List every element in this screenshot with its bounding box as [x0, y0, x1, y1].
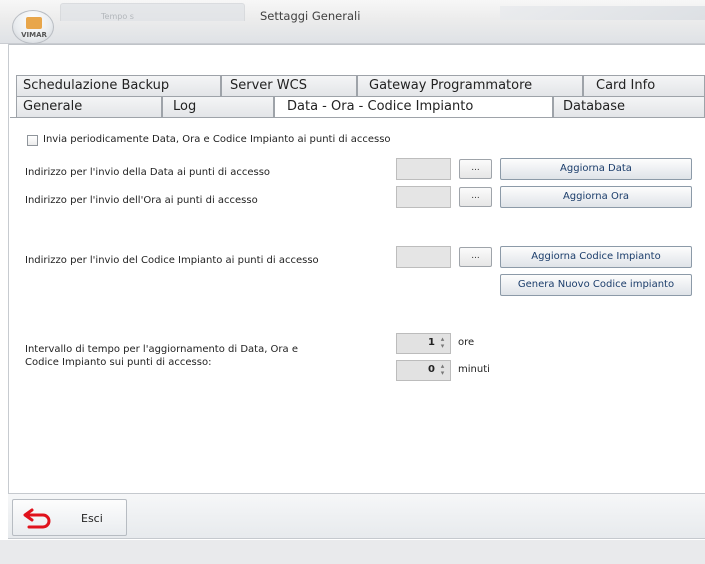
date-address-browse-button[interactable]: ... [459, 159, 492, 179]
minutes-unit-label: minuti [458, 364, 490, 375]
hours-value: 1 [428, 337, 435, 348]
tab-card-info[interactable]: Card Info [583, 75, 705, 96]
send-periodically-label: Invia periodicamente Data, Ora e Codice … [43, 134, 391, 145]
code-address-browse-button[interactable]: ... [459, 247, 492, 267]
generate-code-button[interactable]: Genera Nuovo Codice impianto [500, 274, 692, 296]
send-periodically-checkbox[interactable] [27, 135, 38, 146]
tab-server-wcs[interactable]: Server WCS [221, 75, 357, 96]
tab-generale[interactable]: Generale [16, 96, 162, 117]
update-time-button[interactable]: Aggiorna Ora [500, 186, 692, 208]
interval-label-line2: Codice Impianto sui punti di accesso: [25, 357, 212, 368]
hours-spinner-arrows-icon[interactable]: ▴ ▾ [438, 336, 447, 351]
interval-label-line1: Intervallo di tempo per l'aggiornamento … [25, 344, 299, 355]
background-window-tab: Tempo s [60, 3, 245, 21]
date-address-field[interactable] [396, 158, 451, 180]
background-window-tab-label: Tempo s [101, 12, 134, 21]
logo-text: VIMAR [21, 31, 47, 39]
tab-data-ora-codice-impianto[interactable]: Data - Ora - Codice Impianto [274, 96, 553, 118]
code-address-label: Indirizzo per l'invio del Codice Impiant… [25, 255, 319, 266]
settings-window: VIMAR Tempo s Settaggi Generali Schedula… [0, 0, 705, 564]
vimar-logo[interactable]: VIMAR [12, 10, 54, 44]
time-address-field[interactable] [396, 186, 451, 208]
minutes-spinner-arrows-icon[interactable]: ▴ ▾ [438, 363, 447, 378]
exit-button[interactable]: Esci [12, 499, 127, 536]
frame-border [8, 44, 9, 534]
hours-unit-label: ore [458, 337, 475, 348]
return-arrow-icon [23, 508, 51, 529]
tab-gateway-programmatore[interactable]: Gateway Programmatore [357, 75, 583, 96]
code-address-field[interactable] [396, 246, 451, 268]
exit-button-label: Esci [81, 512, 103, 525]
update-code-button[interactable]: Aggiorna Codice Impianto [500, 246, 692, 268]
tab-schedulazione-backup[interactable]: Schedulazione Backup [16, 75, 221, 96]
tab-strip-border [10, 117, 705, 118]
minutes-spinner[interactable]: 0 ▴ ▾ [396, 360, 451, 381]
time-address-browse-button[interactable]: ... [459, 187, 492, 207]
minutes-value: 0 [428, 364, 435, 375]
window-title: Settaggi Generali [260, 9, 361, 23]
tab-database[interactable]: Database [553, 96, 705, 117]
title-divider [8, 44, 705, 45]
update-date-button[interactable]: Aggiorna Data [500, 158, 692, 180]
title-bar-strip [500, 6, 705, 20]
status-strip [0, 540, 705, 564]
date-address-label: Indirizzo per l'invio della Data ai punt… [25, 167, 271, 178]
tab-log[interactable]: Log [162, 96, 274, 117]
time-address-label: Indirizzo per l'invio dell'Ora ai punti … [25, 195, 258, 206]
hours-spinner[interactable]: 1 ▴ ▾ [396, 333, 451, 354]
logo-icon [26, 17, 42, 29]
title-bar: VIMAR Tempo s Settaggi Generali [0, 0, 705, 44]
